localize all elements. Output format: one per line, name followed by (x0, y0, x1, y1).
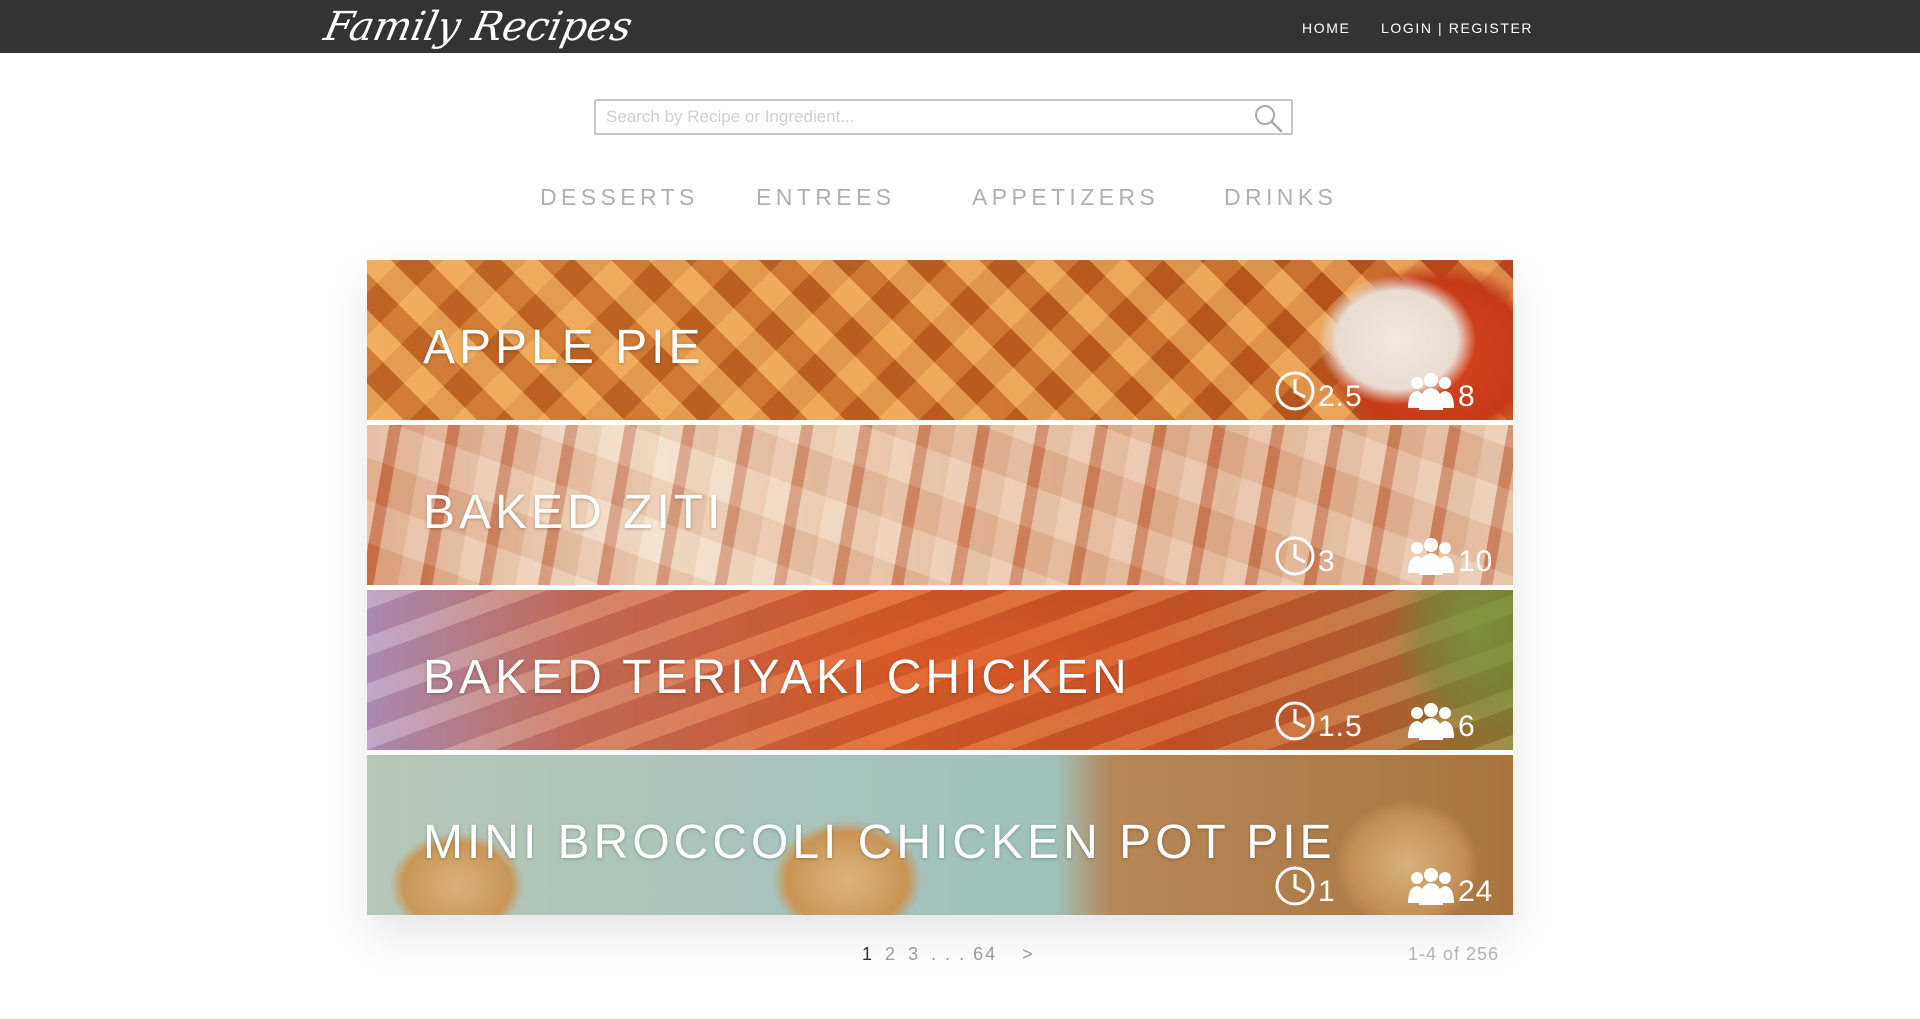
clock-icon (1275, 536, 1315, 576)
recipe-title: BAKED TERIYAKI CHICKEN (423, 651, 1131, 704)
recipe-servings: 6 (1406, 702, 1476, 742)
site-logo[interactable]: Family Recipes (320, 2, 637, 52)
recipe-servings: 10 (1406, 537, 1493, 577)
category-desserts[interactable]: DESSERTS (540, 184, 699, 211)
next-page-link[interactable]: > (1022, 944, 1035, 964)
nav-home-link[interactable]: HOME (1302, 20, 1350, 36)
recipe-card-baked-ziti[interactable]: BAKED ZITI 3 10 (367, 425, 1513, 585)
recipe-title: BAKED ZITI (423, 486, 725, 539)
recipe-time-value: 3 (1318, 545, 1336, 578)
recipe-time: 3 (1274, 536, 1336, 578)
people-icon (1408, 538, 1454, 575)
recipe-time-value: 1.5 (1318, 710, 1363, 743)
recipe-time: 1 (1274, 866, 1336, 908)
recipe-time: 1.5 (1274, 701, 1363, 743)
top-navbar: Family Recipes HOME LOGIN | REGISTER (0, 0, 1920, 53)
category-drinks[interactable]: DRINKS (1224, 184, 1337, 211)
recipe-servings-value: 6 (1458, 710, 1476, 743)
recipe-time-value: 1 (1318, 875, 1336, 908)
recipe-time: 2.5 (1274, 371, 1363, 413)
recipe-title: MINI BROCCOLI CHICKEN POT PIE (423, 816, 1336, 869)
search-icon[interactable] (1253, 103, 1283, 133)
recipe-servings-value: 24 (1458, 875, 1494, 908)
recipe-servings-value: 8 (1458, 380, 1476, 413)
recipe-time-value: 2.5 (1318, 380, 1363, 413)
recipe-card-apple-pie[interactable]: APPLE PIE 2.5 8 (367, 260, 1513, 420)
recipe-servings: 24 (1406, 867, 1493, 907)
clock-icon (1275, 866, 1315, 906)
pagination: 1 2 3 . . . 64 > (862, 944, 1039, 965)
page-link-last[interactable]: . . . 64 (931, 944, 997, 964)
clock-icon (1275, 371, 1315, 411)
recipe-list: APPLE PIE 2.5 8 BAKED ZITI 3 10 BAKED TE… (367, 260, 1513, 915)
people-icon (1408, 703, 1454, 740)
result-count: 1-4 of 256 (1408, 944, 1500, 964)
recipe-card-mini-broccoli-chicken-pot-pie[interactable]: MINI BROCCOLI CHICKEN POT PIE 1 24 (367, 755, 1513, 915)
people-icon (1408, 373, 1454, 410)
page-link-3[interactable]: 3 (908, 944, 920, 964)
recipe-servings-value: 10 (1458, 545, 1494, 578)
clock-icon (1275, 701, 1315, 741)
category-appetizers[interactable]: APPETIZERS (972, 184, 1159, 211)
page-link-1[interactable]: 1 (862, 944, 874, 964)
search-input[interactable] (606, 101, 1206, 133)
recipe-servings: 8 (1406, 372, 1476, 412)
recipe-card-baked-teriyaki-chicken[interactable]: BAKED TERIYAKI CHICKEN 1.5 6 (367, 590, 1513, 750)
search-box (594, 99, 1293, 135)
page-link-2[interactable]: 2 (885, 944, 897, 964)
nav-login-register-link[interactable]: LOGIN | REGISTER (1381, 20, 1533, 36)
people-icon (1408, 868, 1454, 905)
recipe-title: APPLE PIE (423, 321, 705, 374)
category-entrees[interactable]: ENTREES (756, 184, 895, 211)
